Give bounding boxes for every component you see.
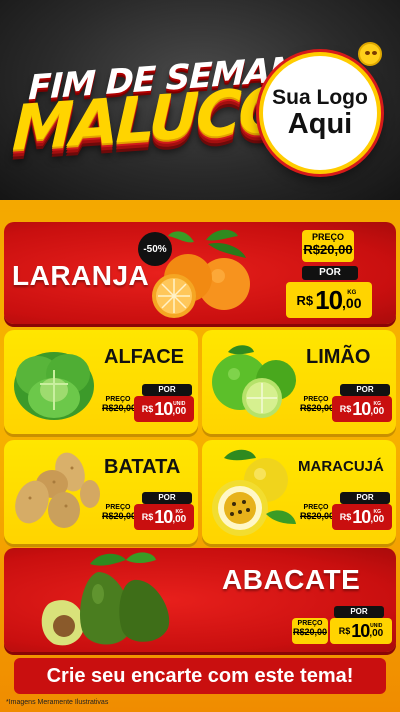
old-price-value: R$20,00	[300, 403, 335, 413]
new-price-batata: R$ 10 KG ,00	[134, 504, 194, 530]
old-price-label: PREÇO	[303, 396, 329, 403]
old-price-batata: PREÇO R$20,00	[102, 504, 137, 528]
product-name-limao: LIMÃO	[306, 346, 371, 368]
product-name-maracuja: MARACUJÁ	[298, 458, 384, 475]
por-label-laranja: POR	[302, 266, 358, 280]
price-decimal: ,00	[370, 405, 385, 417]
new-price-laranja: R$ 10 KG ,00	[286, 282, 372, 318]
old-price-label: PREÇO	[297, 620, 323, 627]
price-decimal: ,00	[172, 513, 187, 525]
logo-placeholder[interactable]: Sua Logo Aqui	[259, 52, 381, 174]
cta-banner[interactable]: Crie seu encarte com este tema!	[14, 658, 386, 694]
old-price-label: PREÇO	[311, 232, 344, 242]
new-price-abacate: R$ 10 UNID ,00	[330, 618, 392, 644]
logo-text-line2: Aqui	[287, 107, 353, 140]
product-name-laranja: LARANJA	[12, 260, 150, 291]
price-integer: 10	[352, 506, 371, 527]
product-name-batata: BATATA	[104, 456, 181, 478]
price-decimal: ,00	[172, 405, 187, 417]
emoji-icon	[358, 42, 382, 66]
price-currency: R$	[141, 512, 154, 522]
price-decimal: ,00	[370, 513, 385, 525]
por-label-batata: POR	[142, 492, 192, 504]
old-price-value: R$20,00	[292, 627, 328, 637]
old-price-maracuja: PREÇO R$20,00	[300, 504, 335, 528]
passionfruit-image	[212, 449, 296, 536]
old-price-limao: PREÇO R$20,00	[300, 396, 335, 420]
old-price-abacate: PREÇO R$20,00	[292, 618, 328, 644]
old-price-value: R$20,00	[300, 511, 335, 521]
price-integer: 10	[154, 398, 173, 419]
potato-image	[15, 452, 100, 528]
price-integer: 10	[315, 284, 343, 315]
new-price-alface: R$ 10 UNID ,00	[134, 396, 194, 422]
new-price-limao: R$ 10 KG ,00	[332, 396, 392, 422]
old-price-laranja: PREÇO R$20,00	[302, 230, 354, 262]
new-price-maracuja: R$ 10 KG ,00	[332, 504, 392, 530]
por-label-maracuja: POR	[340, 492, 390, 504]
lettuce-image	[14, 352, 94, 420]
old-price-value: R$20,00	[303, 242, 353, 257]
price-integer: 10	[154, 506, 173, 527]
old-price-alface: PREÇO R$20,00	[102, 396, 137, 420]
avocado-image	[41, 552, 170, 646]
price-integer: 10	[352, 398, 371, 419]
old-price-label: PREÇO	[303, 504, 329, 511]
price-currency: R$	[296, 292, 314, 308]
old-price-value: R$20,00	[102, 403, 137, 413]
por-label-abacate: POR	[334, 606, 384, 618]
price-currency: R$	[141, 404, 154, 414]
price-currency: R$	[339, 512, 352, 522]
por-label-alface: POR	[142, 384, 192, 396]
price-decimal: ,00	[369, 627, 384, 639]
price-integer: 10	[351, 620, 370, 641]
price-currency: R$	[339, 404, 352, 414]
price-currency: R$	[338, 626, 351, 636]
product-name-alface: ALFACE	[104, 346, 184, 368]
product-name-abacate: ABACATE	[222, 564, 361, 595]
price-decimal: ,00	[342, 295, 362, 311]
logo-text-line1: Sua Logo	[272, 85, 368, 109]
old-price-value: R$20,00	[102, 511, 137, 521]
por-label-limao: POR	[340, 384, 390, 396]
old-price-label: PREÇO	[105, 396, 131, 403]
old-price-label: PREÇO	[105, 504, 131, 511]
lime-image	[212, 345, 296, 418]
disclaimer-text: *Imagens Meramente Ilustrativas	[6, 699, 109, 706]
header-banner: FIM DE SEMANA MALUCO Sua Logo Aqui	[0, 0, 400, 200]
discount-badge: -50%	[138, 232, 172, 266]
